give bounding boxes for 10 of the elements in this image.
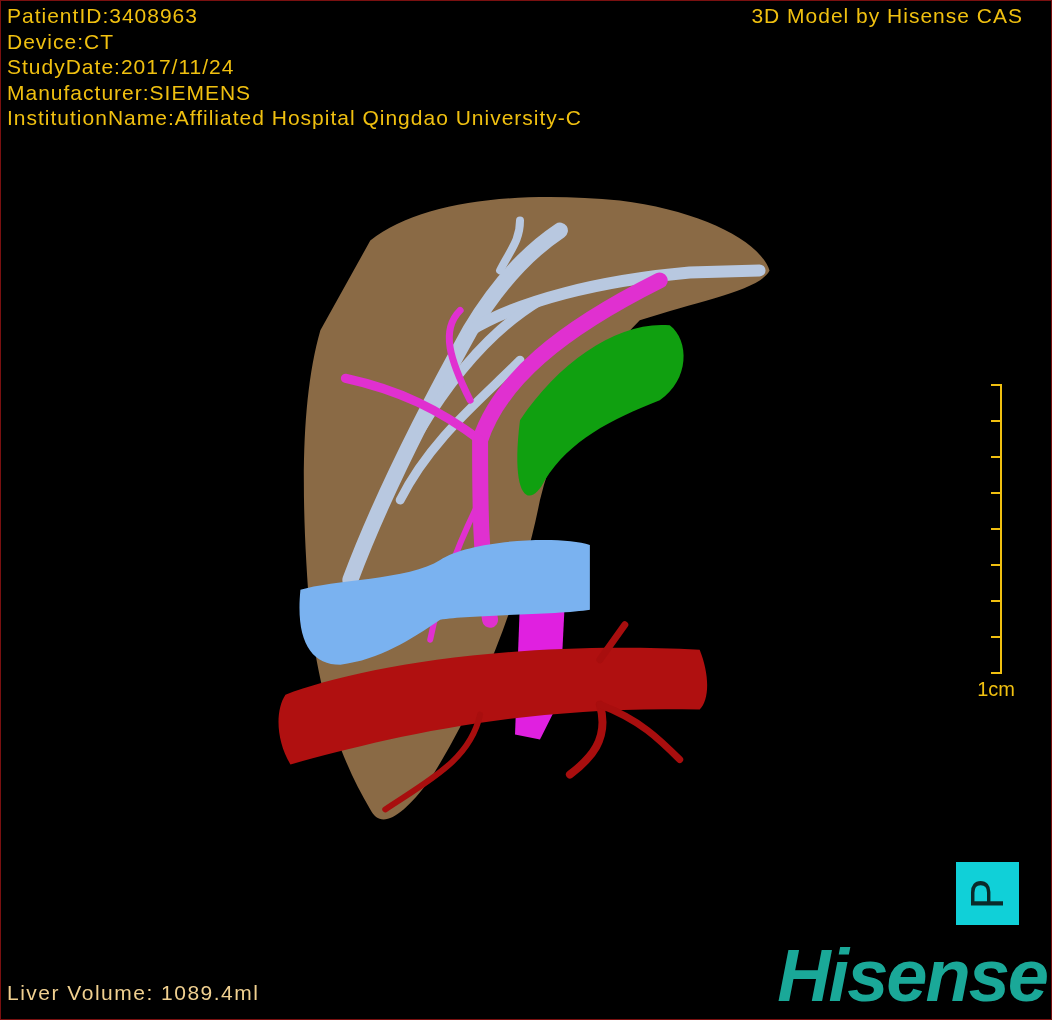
scale-label: 1cm [977,678,1015,700]
info-text: Manufacturer:SIEMENS [7,79,253,105]
info-text: InstitutionName:Affiliated Hospital Qingdao University-C [7,105,582,131]
orientation-marker: P [956,862,1019,925]
brand-logo: Hisense [777,939,1047,1013]
info-text: Device:CT [7,28,116,54]
liver-volume-text: Liver Volume: 1089.4ml [7,981,260,1005]
model-title: 3D Model by Hisense CAS [751,3,1023,28]
info-text: PatientID:3408963 [7,3,199,29]
info-text: StudyDate:2017/11/24 [7,54,236,80]
